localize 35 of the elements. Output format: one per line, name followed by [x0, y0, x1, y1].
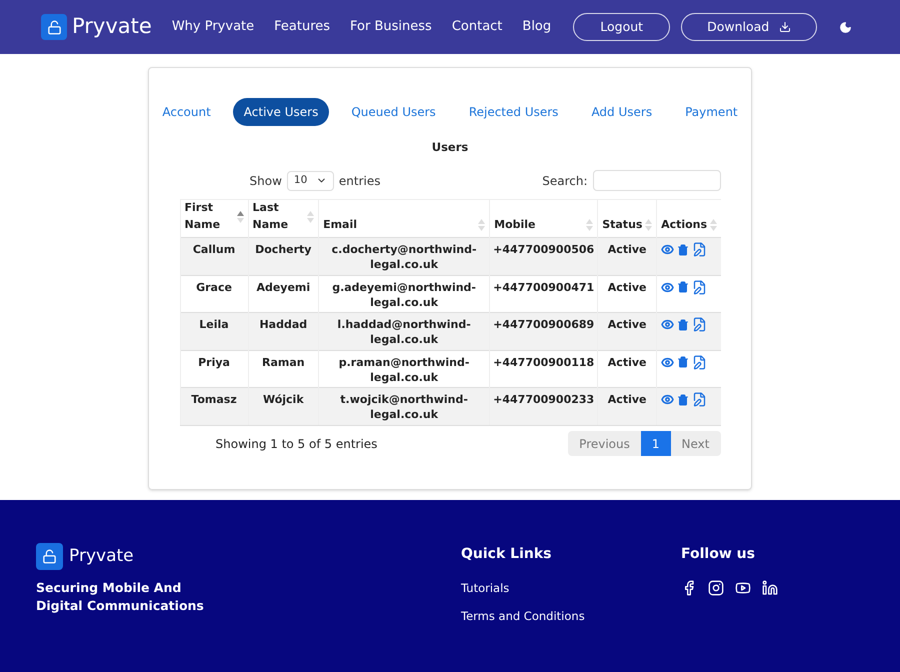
brand-name[interactable]: Pryvate — [72, 11, 152, 43]
table-cell: Tomasz — [180, 388, 248, 426]
footer-link[interactable]: Terms and Conditions — [461, 608, 681, 626]
nav-link[interactable]: For Business — [350, 17, 432, 37]
nav-link[interactable]: Blog — [522, 17, 552, 37]
tab[interactable]: Rejected Users — [458, 98, 570, 126]
tagline: Securing Mobile And — [36, 579, 182, 597]
pagination-button[interactable]: Next — [670, 431, 720, 456]
nav-link[interactable]: Contact — [452, 17, 502, 37]
logout-button[interactable]: Logout — [573, 13, 670, 41]
tab[interactable]: Account — [151, 98, 222, 126]
tagline: Digital Communications — [36, 597, 205, 615]
entries-label: entries — [338, 172, 380, 190]
footer-brand: Pryvate — [69, 544, 134, 568]
entries-select[interactable]: 10 — [286, 170, 334, 191]
quick-links-title: Quick Links — [461, 545, 552, 564]
download-button[interactable]: Download — [681, 13, 818, 41]
tab[interactable]: Add Users — [580, 98, 664, 126]
search-label: Search: — [542, 172, 588, 190]
table-cell: +447700900233 — [490, 388, 598, 426]
tab[interactable]: Payment — [674, 98, 749, 126]
table-cell: t.wojcik@northwind-legal.co.uk — [318, 388, 490, 426]
pagination-button[interactable]: 1 — [640, 431, 671, 456]
table-title: Users — [432, 139, 468, 156]
follow-title: Follow us — [681, 545, 756, 564]
entries-info: Showing 1 to 5 of 5 entries — [216, 436, 378, 453]
tab[interactable]: Queued Users — [340, 98, 447, 126]
pagination-button[interactable]: Previous — [568, 431, 641, 456]
show-label: Show — [250, 172, 282, 190]
tab[interactable]: Active Users — [232, 98, 330, 126]
table-cell: Wójcik — [248, 388, 319, 426]
table-cell: Active — [598, 388, 657, 426]
nav-link[interactable]: Why Pryvate — [172, 17, 254, 37]
footer-link[interactable]: Tutorials — [461, 580, 681, 598]
nav-link[interactable]: Features — [274, 17, 330, 37]
